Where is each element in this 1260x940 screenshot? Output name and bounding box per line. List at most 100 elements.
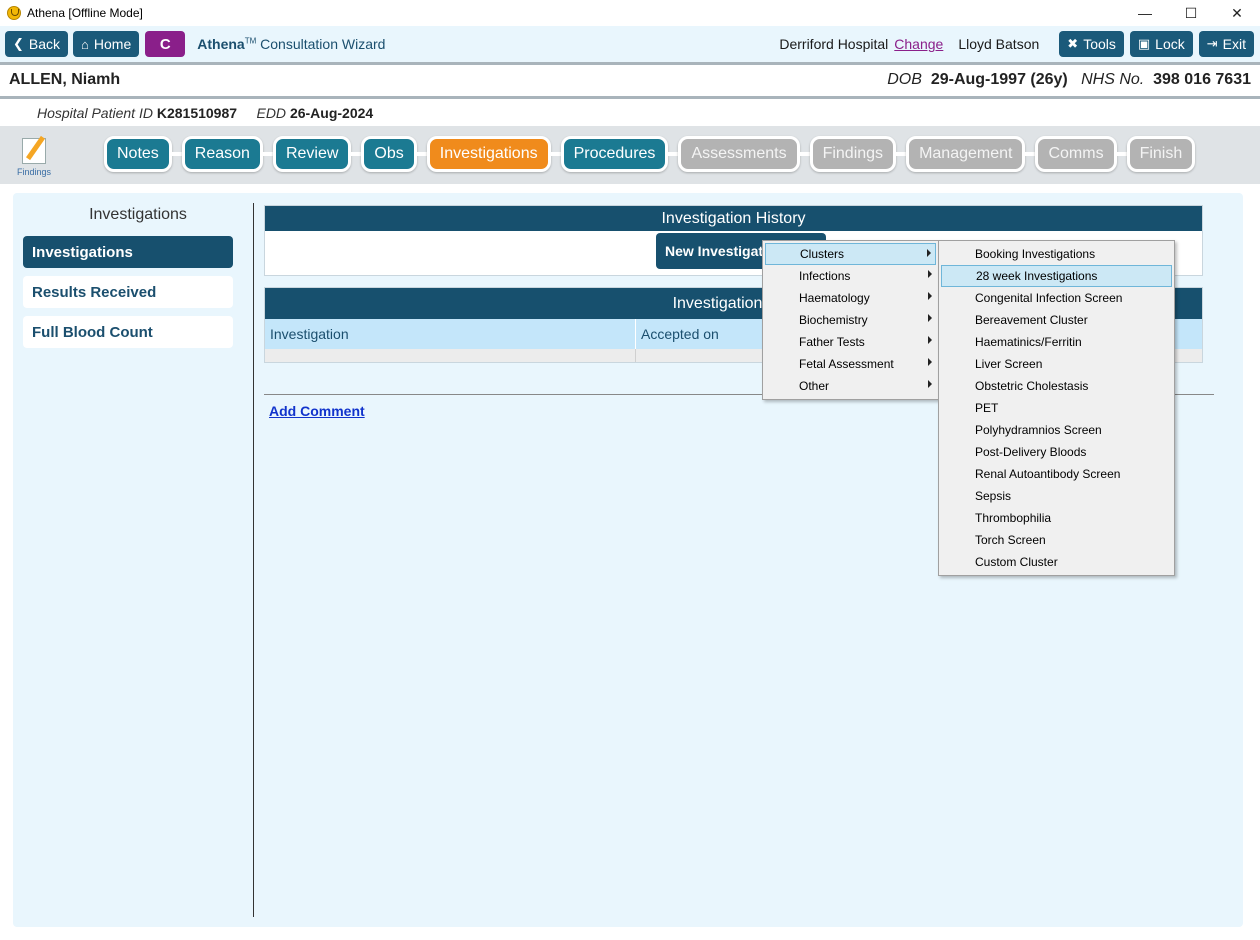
step-procedures[interactable]: Procedures — [560, 136, 669, 172]
menu-item-thrombophilia[interactable]: Thrombophilia — [941, 507, 1172, 529]
edd-label: EDD — [256, 105, 287, 121]
menu-item-biochemistry[interactable]: Biochemistry — [765, 309, 936, 331]
menu-item-obstetric-cholestasis[interactable]: Obstetric Cholestasis — [941, 375, 1172, 397]
tools-button[interactable]: ✖ Tools — [1059, 31, 1124, 57]
submenu-arrow-icon — [927, 249, 931, 257]
step-finish[interactable]: Finish — [1126, 136, 1196, 172]
menu-item-post-delivery-bloods[interactable]: Post-Delivery Bloods — [941, 441, 1172, 463]
step-investigations[interactable]: Investigations — [426, 136, 551, 172]
wizard-steps: Notes Reason Review Obs Investigations Proced… — [104, 136, 1196, 172]
patient-identifiers: DOB 29-Aug-1997 (26y) NHS No. 398 016 76… — [887, 71, 1251, 89]
step-notes[interactable]: Notes — [104, 136, 172, 172]
menu-item-haematology[interactable]: Haematology — [765, 287, 936, 309]
step-assessments[interactable]: Assessments — [678, 136, 800, 172]
submenu-arrow-icon — [928, 358, 932, 366]
menu-item-infections[interactable]: Infections — [765, 265, 936, 287]
investigation-category-menu: Clusters Infections Haematology Biochemistr… — [762, 240, 939, 400]
menu-item-liver-screen[interactable]: Liver Screen — [941, 353, 1172, 375]
menu-item-sepsis[interactable]: Sepsis — [941, 485, 1172, 507]
lock-label: Lock — [1155, 36, 1185, 52]
submenu-arrow-icon — [928, 314, 932, 322]
menu-item-label: Post-Delivery Bloods — [975, 445, 1087, 459]
menu-item-label: Booking Investigations — [975, 247, 1096, 261]
step-management[interactable]: Management — [906, 136, 1026, 172]
menu-item-renal-autoantibody-screen[interactable]: Renal Autoantibody Screen — [941, 463, 1172, 485]
tools-label: Tools — [1083, 36, 1116, 52]
home-icon: ⌂ — [81, 36, 89, 52]
menu-item-polyhydramnios-screen[interactable]: Polyhydramnios Screen — [941, 419, 1172, 441]
menu-item-pet[interactable]: PET — [941, 397, 1172, 419]
back-button[interactable]: ❮ Back — [5, 31, 69, 57]
sidebar-item-investigations[interactable]: Investigations — [23, 236, 233, 268]
menu-item-28-week-investigations[interactable]: 28 week Investigations — [941, 265, 1172, 287]
sidebar-item-full-blood-count[interactable]: Full Blood Count — [23, 316, 233, 348]
step-comms[interactable]: Comms — [1035, 136, 1117, 172]
home-button[interactable]: ⌂ Home — [73, 31, 140, 57]
submenu-arrow-icon — [928, 336, 932, 344]
menu-item-clusters[interactable]: Clusters — [765, 243, 936, 265]
window-controls: — ☐ ✕ — [1122, 0, 1260, 26]
tools-icon: ✖ — [1067, 36, 1079, 51]
table-cell — [265, 349, 636, 362]
menu-item-label: Congenital Infection Screen — [975, 291, 1123, 305]
window-title: Athena [Offline Mode] — [27, 6, 143, 20]
patient-banner: ALLEN, Niamh DOB 29-Aug-1997 (26y) NHS N… — [0, 65, 1260, 96]
step-findings[interactable]: Findings — [809, 136, 897, 172]
nhs-label: NHS No. — [1081, 71, 1145, 88]
app-name: Athena — [197, 36, 245, 52]
menu-item-label: Custom Cluster — [975, 555, 1058, 569]
notepad-pencil-icon — [22, 138, 46, 164]
step-obs[interactable]: Obs — [361, 136, 417, 172]
menu-item-father-tests[interactable]: Father Tests — [765, 331, 936, 353]
findings-shortcut-label: Findings — [16, 167, 52, 177]
step-connector — [896, 152, 907, 156]
lock-button[interactable]: ▣ Lock — [1129, 31, 1193, 57]
step-connector — [416, 152, 427, 156]
exit-button[interactable]: ⇥ Exit — [1198, 31, 1254, 57]
menu-item-congenital-infection-screen[interactable]: Congenital Infection Screen — [941, 287, 1172, 309]
menu-item-other[interactable]: Other — [765, 375, 936, 397]
user-name: Lloyd Batson — [958, 36, 1040, 52]
menu-item-label: Bereavement Cluster — [975, 313, 1088, 327]
step-review[interactable]: Review — [272, 136, 352, 172]
menu-item-label: Sepsis — [975, 489, 1012, 503]
minimize-button[interactable]: — — [1122, 0, 1168, 26]
close-button[interactable]: ✕ — [1214, 0, 1260, 26]
patient-meta: Hospital Patient ID K281510987 EDD 26-Au… — [0, 99, 1260, 126]
add-comment-link[interactable]: Add Comment — [269, 403, 365, 419]
menu-item-label: Renal Autoantibody Screen — [975, 467, 1121, 481]
menu-item-fetal-assessment[interactable]: Fetal Assessment — [765, 353, 936, 375]
submenu-arrow-icon — [928, 380, 932, 388]
menu-item-label: Haematinics/Ferritin — [975, 335, 1082, 349]
menu-item-custom-cluster[interactable]: Custom Cluster — [941, 551, 1172, 573]
menu-item-label: PET — [975, 401, 999, 415]
back-label: Back — [28, 36, 61, 52]
menu-item-bereavement-cluster[interactable]: Bereavement Cluster — [941, 309, 1172, 331]
submenu-arrow-icon — [928, 292, 932, 300]
step-connector — [262, 152, 273, 156]
column-investigation[interactable]: Investigation — [265, 319, 636, 349]
c-button[interactable]: C — [145, 31, 186, 57]
chevron-left-icon: ❮ — [13, 36, 24, 51]
clusters-submenu: Booking Investigations 28 week Investigat… — [938, 240, 1175, 576]
menu-item-label: Infections — [799, 269, 851, 283]
menu-item-label: Other — [799, 379, 830, 393]
menu-item-haematinics-ferritin[interactable]: Haematinics/Ferritin — [941, 331, 1172, 353]
hpid-value: K281510987 — [156, 105, 238, 121]
menu-item-torch-screen[interactable]: Torch Screen — [941, 529, 1172, 551]
findings-shortcut[interactable]: Findings — [14, 138, 54, 182]
step-connector — [668, 152, 679, 156]
exit-label: Exit — [1222, 36, 1246, 52]
toolbar-right: Derriford Hospital Change Lloyd Batson ✖… — [779, 26, 1260, 62]
main-toolbar: ❮ Back ⌂ Home C AthenaTM Consultation Wi… — [0, 26, 1260, 62]
menu-item-label: Thrombophilia — [975, 511, 1052, 525]
step-reason[interactable]: Reason — [181, 136, 263, 172]
change-hospital-link[interactable]: Change — [894, 36, 943, 52]
trademark: TM — [244, 36, 257, 46]
sidebar-item-results-received[interactable]: Results Received — [23, 276, 233, 308]
menu-item-label: Haematology — [799, 291, 870, 305]
sidebar-title: Investigations — [89, 206, 187, 223]
menu-item-booking-investigations[interactable]: Booking Investigations — [941, 243, 1172, 265]
nhs-value: 398 016 7631 — [1153, 71, 1251, 88]
maximize-button[interactable]: ☐ — [1168, 0, 1214, 26]
